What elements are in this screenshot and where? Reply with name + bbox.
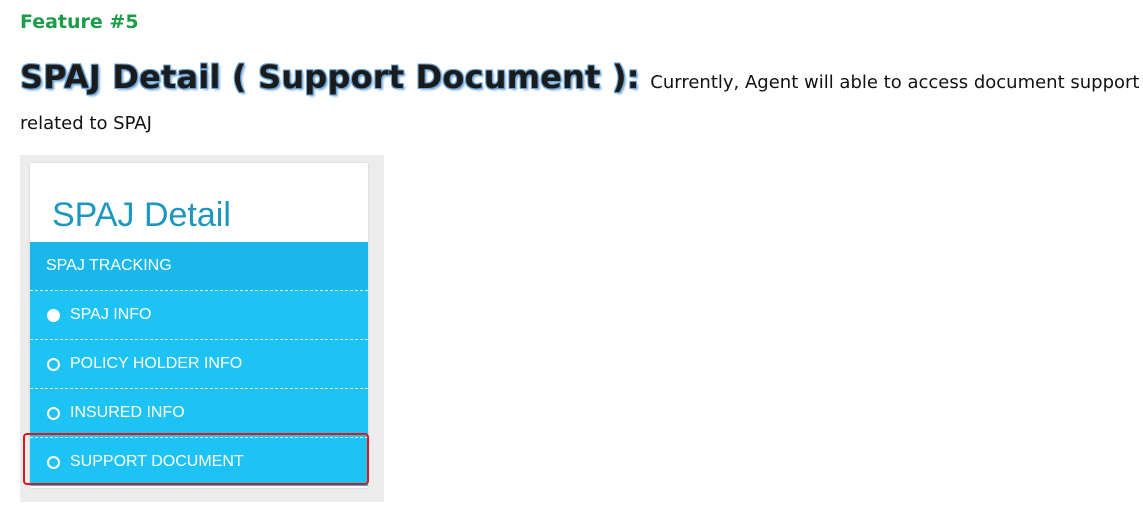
spaj-menu: SPAJ TRACKING SPAJ INFO POLICY HOLDER IN…: [30, 242, 368, 488]
embedded-screenshot: SPAJ Detail SPAJ TRACKING SPAJ INFO POLI…: [20, 155, 384, 502]
section-description-continued: related to SPAJ: [20, 113, 152, 134]
radio-filled-icon: [47, 308, 60, 322]
radio-empty-icon: [47, 357, 60, 371]
menu-header-label: SPAJ TRACKING: [46, 257, 172, 274]
panel-title: SPAJ Detail: [52, 196, 231, 234]
menu-item-label: SUPPORT DOCUMENT: [70, 453, 244, 470]
menu-header-spaj-tracking[interactable]: SPAJ TRACKING: [30, 242, 368, 291]
menu-item-label: POLICY HOLDER INFO: [70, 355, 243, 372]
section-title: SPAJ Detail ( Support Document ):: [20, 58, 640, 96]
menu-item-support-document[interactable]: SUPPORT DOCUMENT: [30, 438, 368, 486]
radio-empty-icon: [47, 455, 60, 469]
feature-label: Feature #5: [20, 11, 139, 33]
spaj-detail-panel: SPAJ Detail SPAJ TRACKING SPAJ INFO POLI…: [30, 163, 368, 488]
radio-empty-icon: [47, 406, 60, 420]
menu-item-label: SPAJ INFO: [70, 306, 152, 323]
section-description: Currently, Agent will able to access doc…: [650, 72, 1143, 93]
menu-item-policy-holder-info[interactable]: POLICY HOLDER INFO: [30, 340, 368, 389]
menu-item-label: INSURED INFO: [70, 404, 185, 421]
section-heading: SPAJ Detail ( Support Document ): Curren…: [20, 58, 1143, 96]
menu-item-insured-info[interactable]: INSURED INFO: [30, 389, 368, 438]
menu-item-spaj-info[interactable]: SPAJ INFO: [30, 291, 368, 340]
